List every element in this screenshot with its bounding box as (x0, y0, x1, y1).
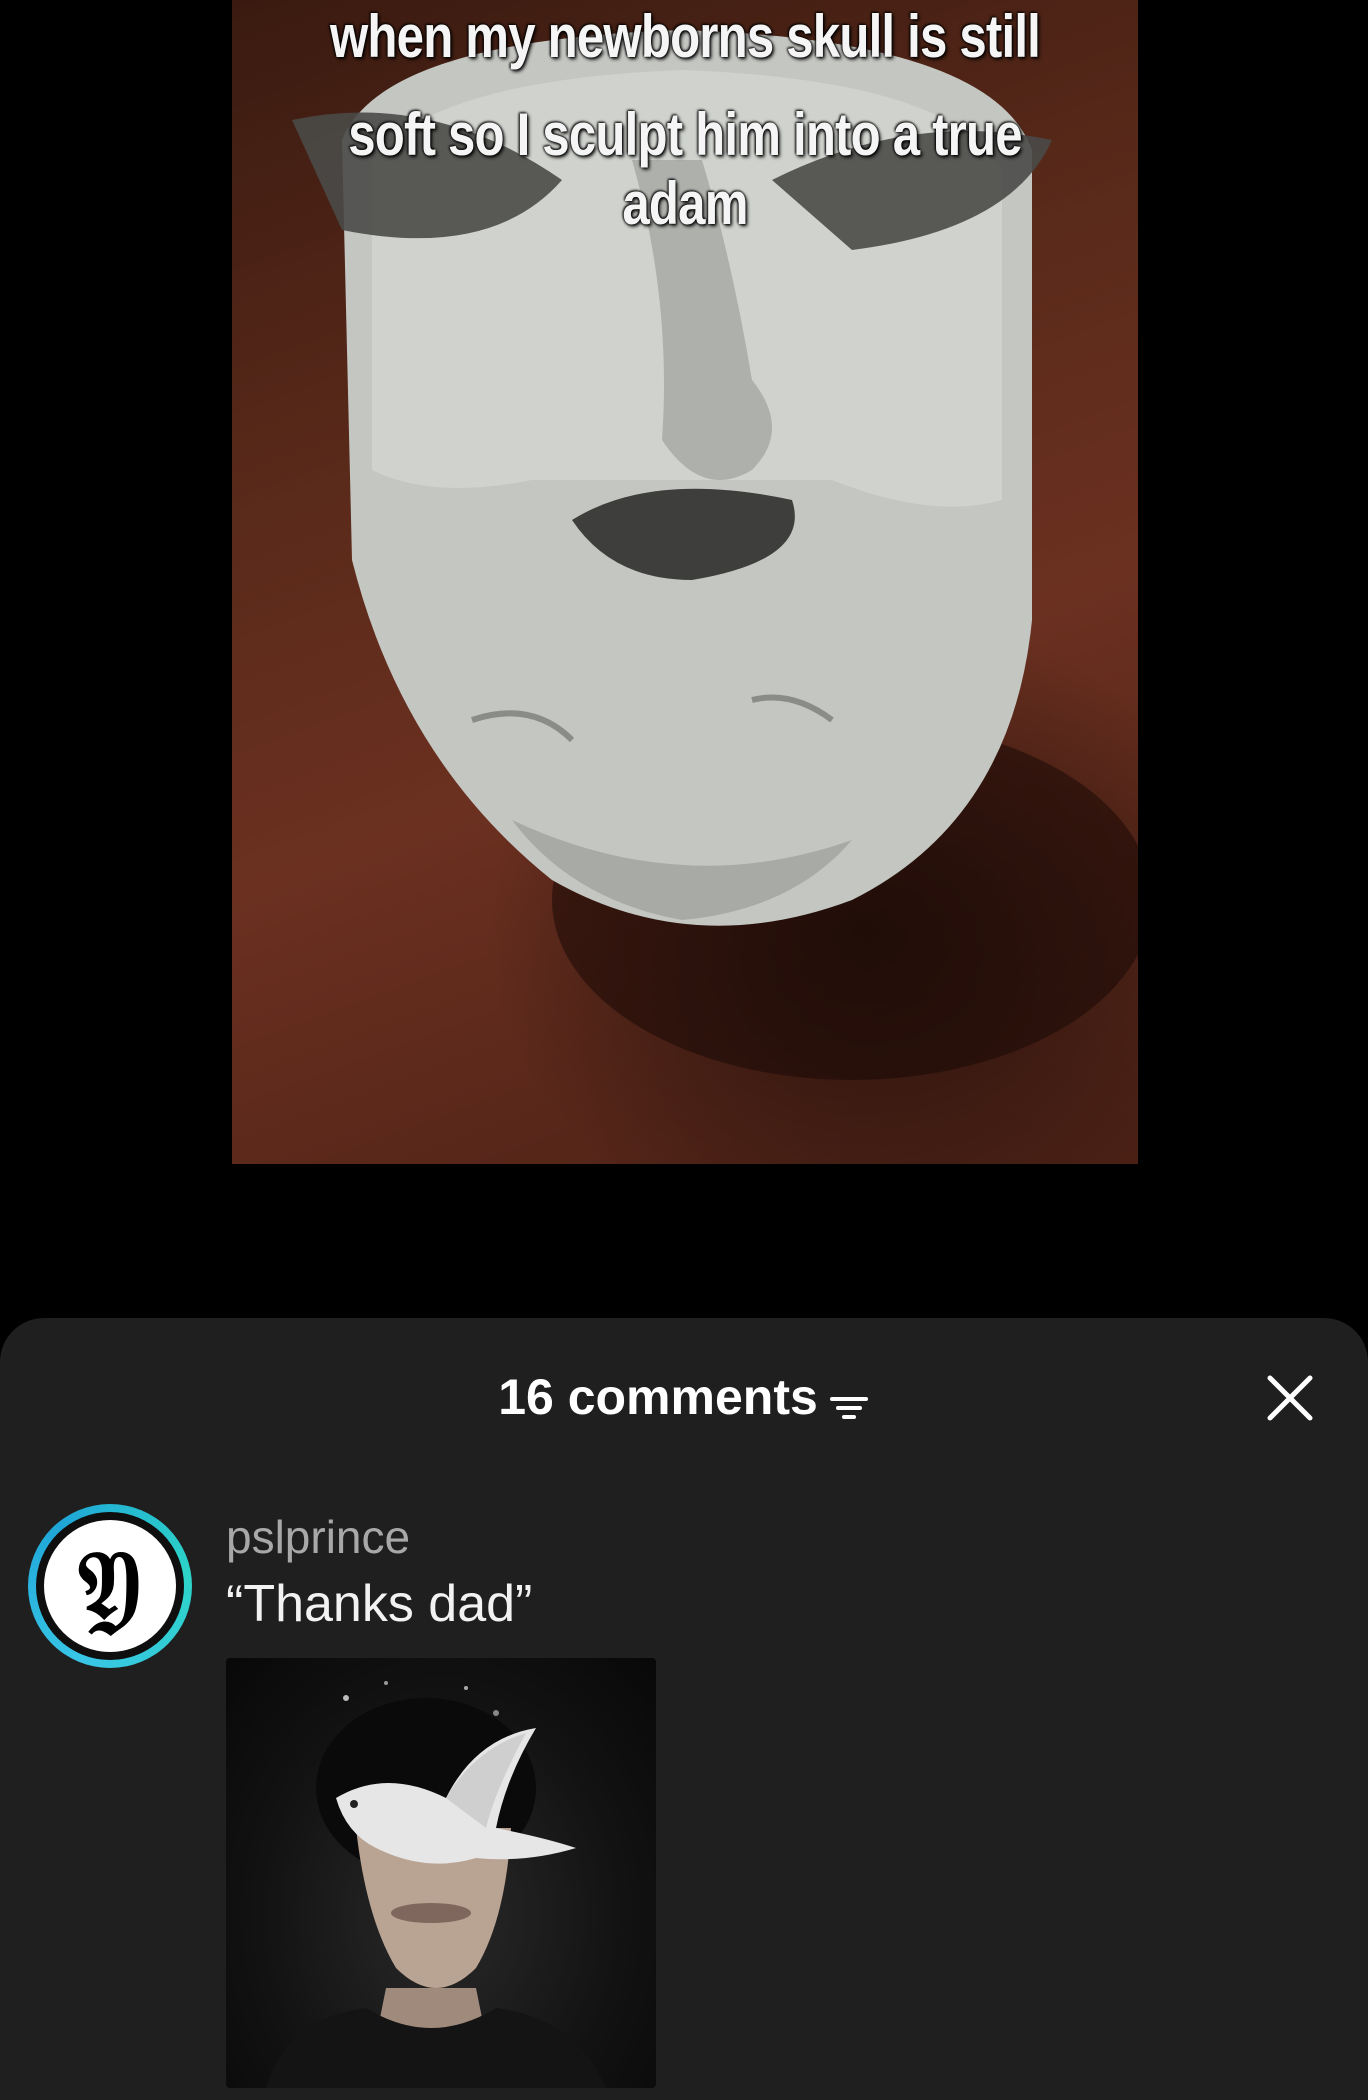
dove-portrait-image (266, 1681, 606, 2088)
comments-sheet: 16 comments 𝔜 pslprince “Thanks dad” (0, 1318, 1368, 2100)
caption-line-1: when my newborns skull is still (329, 3, 1041, 70)
caption-line-2: soft so I sculpt him into a true adam (348, 101, 1022, 237)
video-player[interactable]: when my newborns skull is still soft so … (0, 0, 1368, 1320)
comments-header: 16 comments (0, 1368, 1368, 1426)
sort-filter-icon[interactable] (828, 1379, 870, 1419)
comment-attached-image[interactable] (226, 1658, 656, 2088)
close-icon[interactable] (1262, 1370, 1318, 1426)
comment-count: 16 comments (498, 1369, 818, 1425)
comment-text: “Thanks dad” (226, 1575, 533, 1633)
avatar[interactable]: 𝔜 (28, 1504, 192, 1668)
gothic-letter-avatar-icon: 𝔜 (78, 1529, 142, 1642)
comment-username[interactable]: pslprince (226, 1510, 410, 1564)
video-frame[interactable]: when my newborns skull is still soft so … (232, 0, 1138, 1164)
